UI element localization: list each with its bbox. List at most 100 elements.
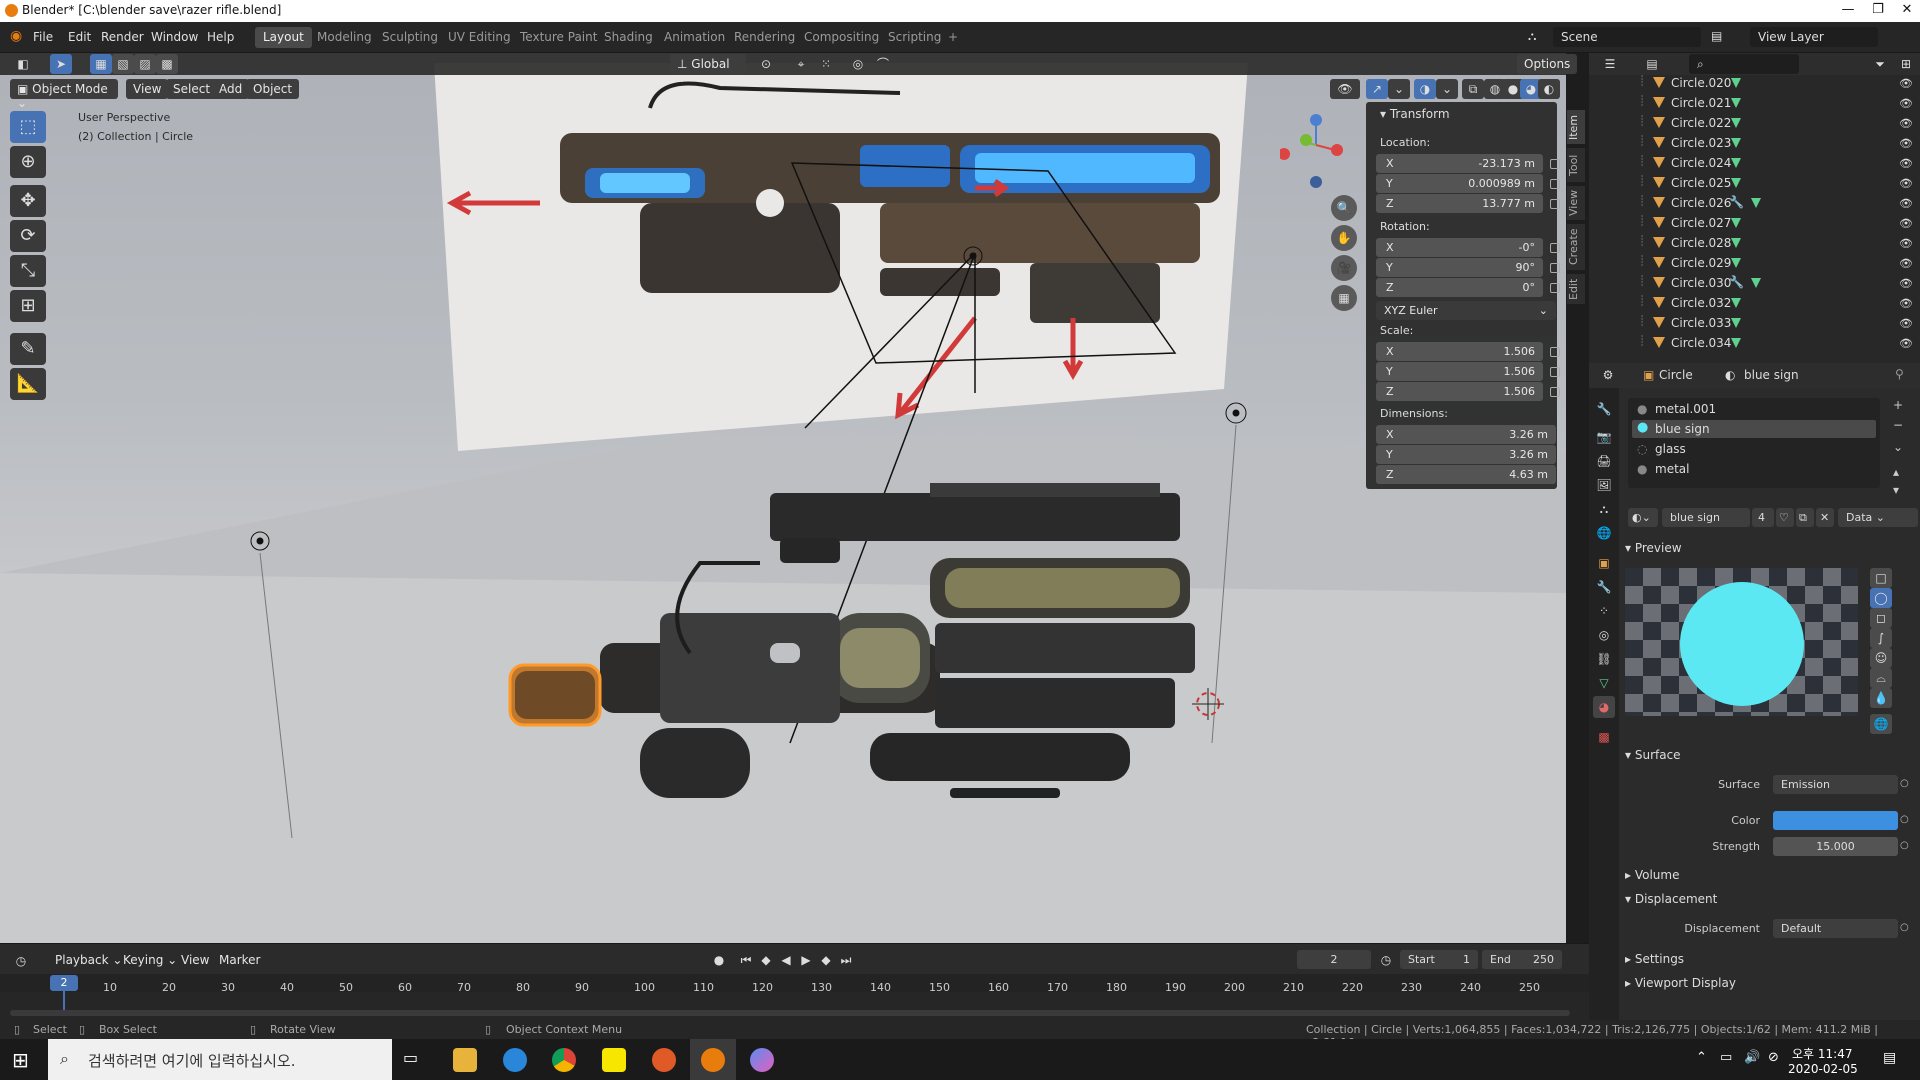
tab-shading[interactable]: Shading: [596, 27, 661, 48]
lock-icon[interactable]: [1550, 387, 1560, 397]
pivot-icon[interactable]: ⊙: [755, 54, 777, 74]
lock-icon[interactable]: [1550, 367, 1560, 377]
lock-icon[interactable]: [1550, 283, 1560, 293]
outliner-row[interactable]: ┊ Circle.034 👁: [1589, 333, 1920, 353]
app-icon[interactable]: [652, 1048, 676, 1072]
add-menu[interactable]: Add: [212, 79, 250, 99]
dimensions-y-field[interactable]: Y 3.26 m: [1376, 445, 1556, 464]
strength-field[interactable]: 15.000: [1773, 837, 1898, 856]
mesh-data-icon[interactable]: [1731, 78, 1741, 88]
socket-icon[interactable]: ○: [1900, 778, 1909, 789]
view-layer-selector[interactable]: View Layer: [1750, 27, 1878, 47]
jump-end-icon[interactable]: ⏭: [835, 950, 857, 970]
outliner-row[interactable]: ┊ Circle.025 👁: [1589, 173, 1920, 193]
pan-hand-icon[interactable]: ✋: [1331, 225, 1357, 251]
outliner-row[interactable]: ┊ Circle.023 👁: [1589, 133, 1920, 153]
task-view-icon[interactable]: ▭: [403, 1048, 427, 1072]
rotate-tool-icon[interactable]: ⟳: [10, 220, 46, 252]
zoom-icon[interactable]: 🔍: [1331, 195, 1357, 221]
socket-icon[interactable]: ○: [1900, 814, 1909, 825]
scene-selector[interactable]: Scene: [1553, 27, 1701, 47]
file-explorer-icon[interactable]: [453, 1048, 477, 1072]
socket-icon[interactable]: ○: [1900, 922, 1909, 933]
falloff-icon[interactable]: ⌒: [872, 54, 894, 74]
modifier-props-icon[interactable]: 🔧: [1593, 576, 1615, 598]
snap-target-icon[interactable]: ⁙: [815, 54, 837, 74]
scale-y-field[interactable]: Y 1.506: [1376, 362, 1543, 381]
lock-icon[interactable]: [1550, 243, 1560, 253]
transform-orientation-dropdown[interactable]: ⊥ Global ⌄: [670, 54, 746, 85]
tab-scripting[interactable]: Scripting: [880, 27, 949, 48]
texture-props-icon[interactable]: ▩: [1593, 726, 1615, 748]
select-invert-icon[interactable]: ▩: [156, 54, 178, 74]
overlay-dropdown-icon[interactable]: ⌄: [1436, 79, 1458, 99]
select-extend-icon[interactable]: ▧: [112, 54, 134, 74]
paint-app-icon[interactable]: [750, 1048, 774, 1072]
visibility-eye-icon[interactable]: 👁: [1899, 257, 1913, 270]
mesh-data-icon[interactable]: [1731, 118, 1741, 128]
minimize-button[interactable]: —: [1838, 2, 1858, 17]
scale-x-field[interactable]: X 1.506: [1376, 342, 1543, 361]
move-up-icon[interactable]: ▴: [1893, 465, 1899, 479]
rotation-y-field[interactable]: Y 90°: [1376, 258, 1543, 277]
playhead[interactable]: 2: [50, 975, 78, 991]
rendered-shading-icon[interactable]: ◐: [1538, 79, 1560, 99]
view-menu[interactable]: View: [126, 79, 169, 99]
location-z-field[interactable]: Z 13.777 m: [1376, 194, 1543, 213]
ntab-tool[interactable]: Tool: [1567, 148, 1585, 182]
lock-icon[interactable]: [1550, 347, 1560, 357]
properties-editor-icon[interactable]: ⚙: [1597, 365, 1619, 385]
mesh-data-icon[interactable]: [1751, 198, 1761, 208]
view-layer-props-icon[interactable]: 🖼: [1593, 474, 1615, 496]
visibility-eye-icon[interactable]: 👁: [1899, 197, 1913, 210]
volume-icon[interactable]: 🔊: [1744, 1050, 1760, 1065]
menu-edit[interactable]: Edit: [68, 30, 91, 44]
render-props-icon[interactable]: 📷: [1593, 426, 1615, 448]
visibility-eye-icon[interactable]: 👁: [1899, 317, 1913, 330]
snap-icon[interactable]: ⌖: [790, 54, 812, 74]
pin-icon[interactable]: ⚲: [1895, 367, 1904, 381]
visibility-eye-icon[interactable]: 👁: [1899, 337, 1913, 350]
network-icon[interactable]: ▭: [1720, 1050, 1732, 1065]
proportional-edit-icon[interactable]: ◎: [847, 54, 869, 74]
menu-file[interactable]: File: [33, 30, 53, 44]
play-reverse-icon[interactable]: ◀: [775, 950, 797, 970]
prev-keyframe-icon[interactable]: ◆: [755, 950, 777, 970]
object-mode-dropdown[interactable]: ▣ Object Mode ⌄: [10, 79, 118, 110]
camera-view-icon[interactable]: 🎥: [1331, 255, 1357, 281]
transform-tool-icon[interactable]: ⊞: [10, 290, 46, 322]
scene-props-icon[interactable]: ⛬: [1593, 498, 1615, 520]
notification-icon[interactable]: ▤: [1883, 1050, 1896, 1066]
displacement-section-header[interactable]: ▾ Displacement: [1625, 892, 1717, 906]
list-item[interactable]: ● blue sign: [1632, 420, 1876, 438]
select-box-mode-icon[interactable]: ▦: [90, 54, 112, 74]
move-down-icon[interactable]: ▾: [1893, 483, 1899, 497]
rotation-z-field[interactable]: Z 0°: [1376, 278, 1543, 297]
gizmo-toggle-icon[interactable]: ↗: [1366, 79, 1388, 99]
menu-render[interactable]: Render: [101, 30, 144, 44]
blender-taskbar-active[interactable]: [690, 1039, 736, 1080]
tray-clock-date[interactable]: 2020-02-05: [1788, 1062, 1858, 1076]
outliner-row[interactable]: ┊ Circle.028 👁: [1589, 233, 1920, 253]
rotation-mode-dropdown[interactable]: XYZ Euler ⌄: [1376, 301, 1556, 320]
tab-texture-paint[interactable]: Texture Paint: [512, 27, 605, 48]
outliner-row[interactable]: ┊ Circle.022 👁: [1589, 113, 1920, 133]
browse-material-icon[interactable]: ◐⌄: [1628, 508, 1658, 527]
object-menu[interactable]: Object: [246, 79, 300, 99]
windows-start-icon[interactable]: ⊞: [12, 1048, 29, 1072]
ime-icon[interactable]: ⊘: [1768, 1050, 1779, 1065]
tab-layout[interactable]: Layout: [255, 27, 312, 48]
select-box-tool-icon[interactable]: ⬚: [10, 111, 46, 143]
visibility-eye-icon[interactable]: 👁: [1899, 297, 1913, 310]
viewport-display-section-header[interactable]: ▸ Viewport Display: [1625, 976, 1736, 990]
location-y-field[interactable]: Y 0.000989 m: [1376, 174, 1543, 193]
add-slot-icon[interactable]: +: [1893, 398, 1903, 412]
kakaotalk-icon[interactable]: [602, 1048, 626, 1072]
particles-props-icon[interactable]: ⁘: [1593, 600, 1615, 622]
visibility-eye-icon[interactable]: 👁: [1899, 77, 1913, 90]
duplicate-icon[interactable]: ⧉: [1796, 508, 1814, 527]
select-menu[interactable]: Select: [166, 79, 218, 99]
output-props-icon[interactable]: 🖨: [1593, 450, 1615, 472]
current-frame-field[interactable]: 2: [1297, 950, 1371, 969]
material-name-field[interactable]: blue sign: [1662, 508, 1750, 527]
